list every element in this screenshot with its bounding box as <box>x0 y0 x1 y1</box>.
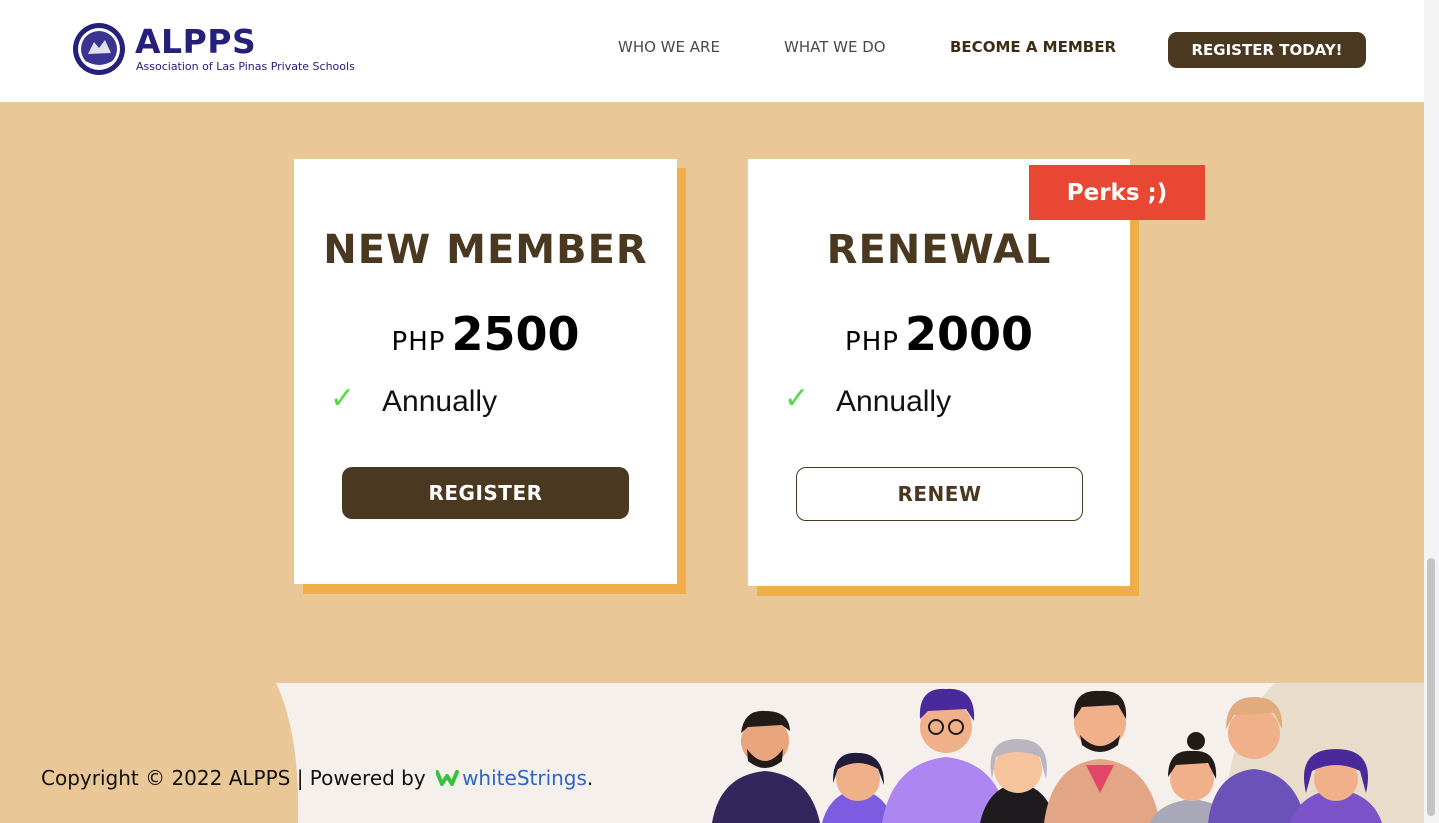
checkmark-icon: ✓ <box>784 381 810 416</box>
site-header: ALPPS Association of Las Pinas Private S… <box>0 0 1424 102</box>
logo-title: ALPPS <box>135 22 257 61</box>
copyright-text: Copyright © 2022 ALPPS | Powered by <box>41 766 426 790</box>
page-scrollbar[interactable] <box>1424 0 1439 823</box>
price-currency: PHP <box>391 327 446 357</box>
alpps-emblem-icon <box>73 23 125 75</box>
scrollbar-thumb[interactable] <box>1427 558 1435 816</box>
logo-subtitle: Association of Las Pinas Private Schools <box>136 60 355 73</box>
site-footer <box>0 683 1424 823</box>
perks-ribbon: Perks ;) <box>1029 165 1205 220</box>
nav-who-we-are[interactable]: WHO WE ARE <box>618 38 720 56</box>
plan-title: RENEWAL <box>826 227 1052 273</box>
powered-by-link[interactable]: whiteStrings <box>462 766 587 790</box>
price-amount: 2500 <box>451 307 580 361</box>
renew-button[interactable]: RENEW <box>796 467 1083 521</box>
register-button[interactable]: REGISTER <box>342 467 629 519</box>
price-currency: PHP <box>845 327 899 357</box>
plan-card-renewal: RENEWAL PHP 2000 ✓ Annually RENEW <box>748 159 1130 586</box>
footer-illustration <box>276 683 1424 823</box>
footer-copyright: Copyright © 2022 ALPPS | Powered by whit… <box>41 766 593 790</box>
feature-label: Annually <box>836 385 952 418</box>
brand-suffix: . <box>586 766 594 790</box>
nav-become-a-member[interactable]: BECOME A MEMBER <box>950 38 1116 56</box>
site-logo[interactable]: ALPPS Association of Las Pinas Private S… <box>72 22 362 78</box>
price-amount: 2000 <box>904 307 1033 361</box>
checkmark-icon: ✓ <box>330 381 356 416</box>
whitestrings-logo-icon <box>435 770 460 786</box>
plan-price: PHP 2000 <box>748 307 1130 361</box>
feature-label: Annually <box>382 385 498 418</box>
plan-price: PHP 2500 <box>294 307 677 361</box>
nav-what-we-do[interactable]: WHAT WE DO <box>784 38 886 56</box>
register-today-button[interactable]: REGISTER TODAY! <box>1168 32 1366 68</box>
plan-title: NEW MEMBER <box>323 227 648 273</box>
plan-card-new-member: NEW MEMBER PHP 2500 ✓ Annually REGISTER <box>294 159 677 584</box>
